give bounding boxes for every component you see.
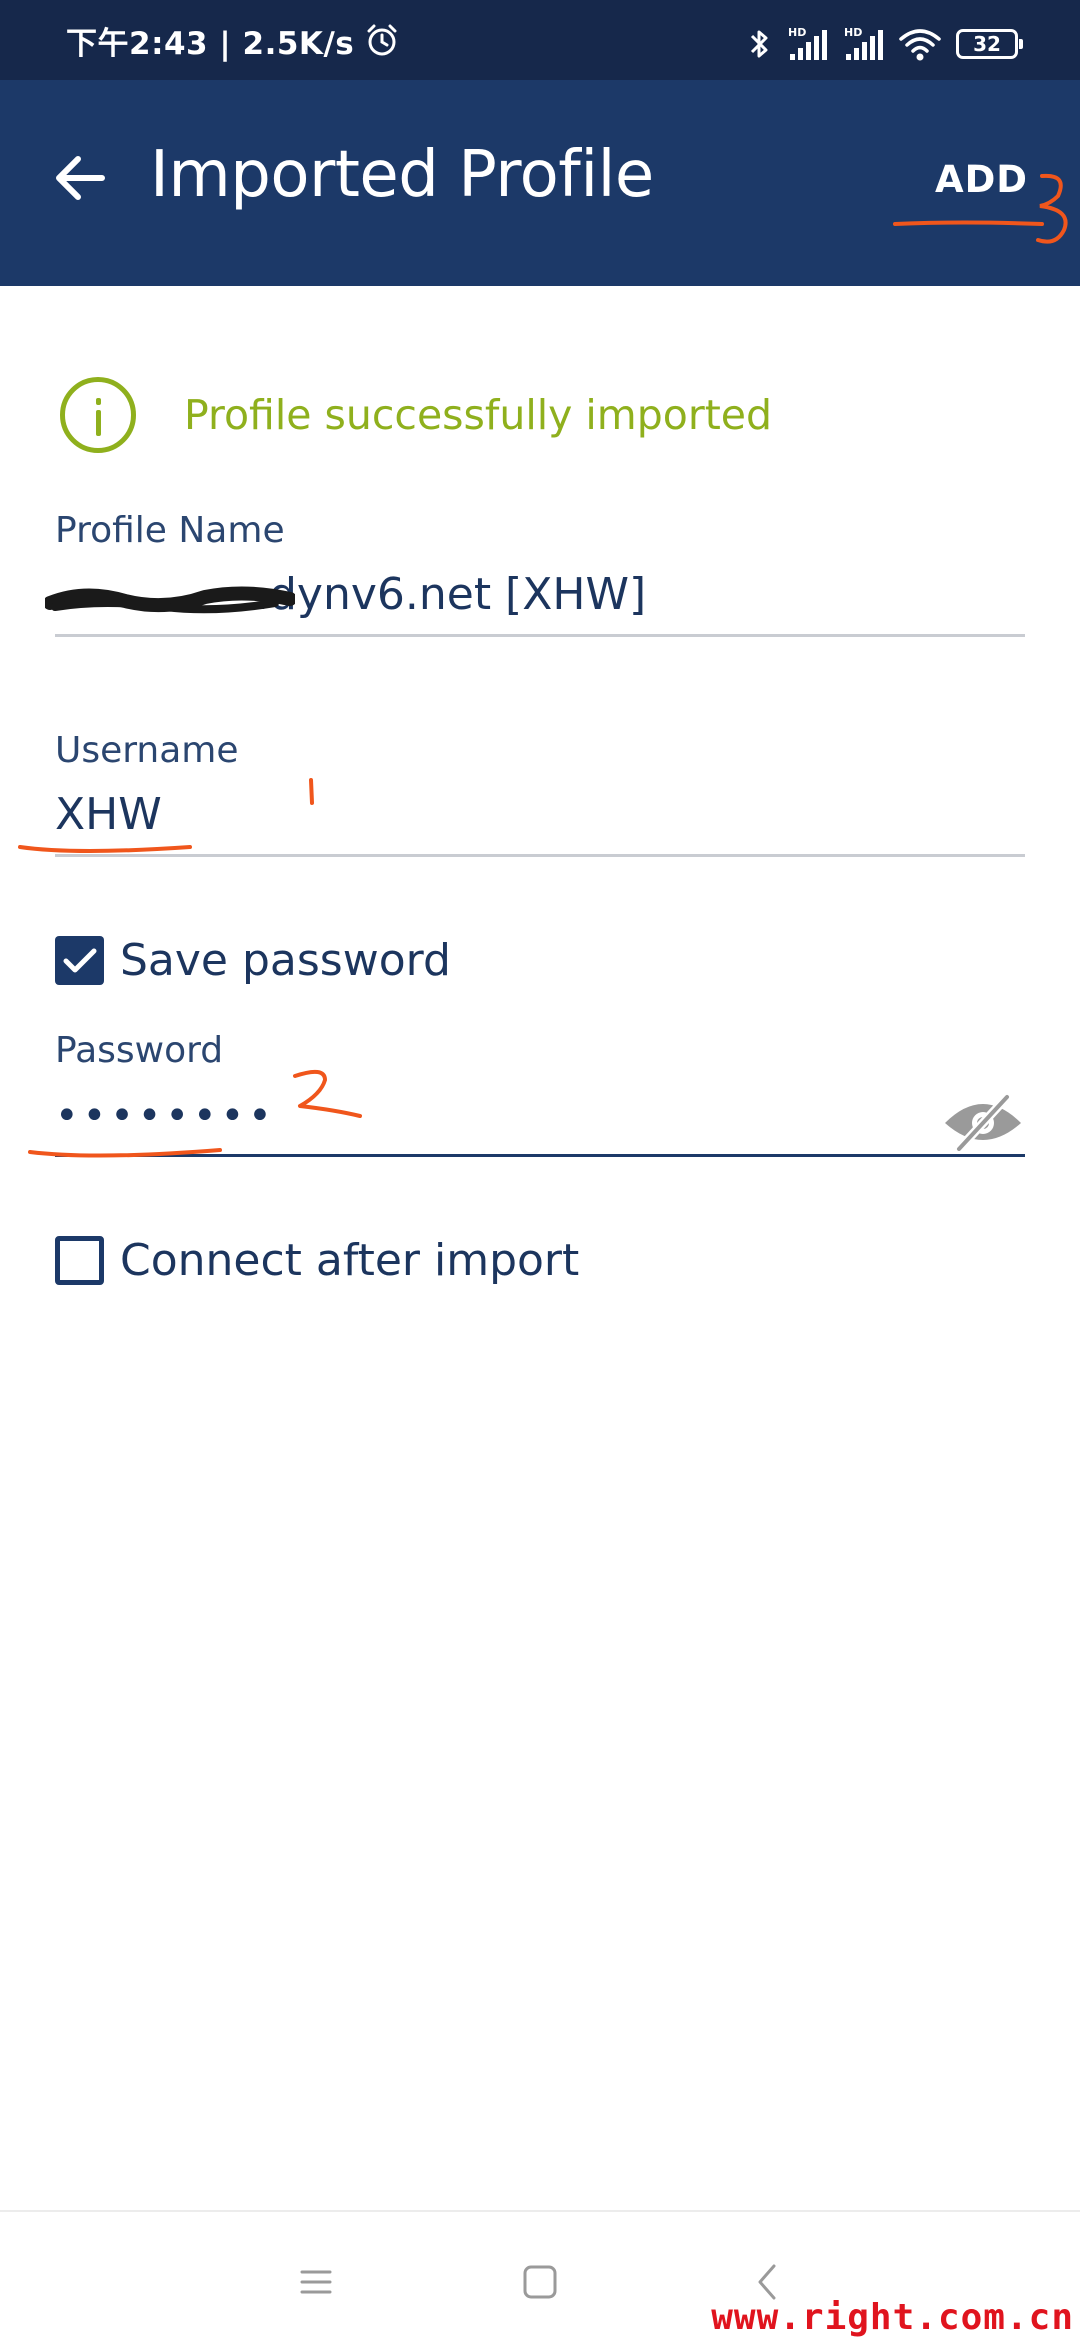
password-field: Password •••••••• [55,1030,1025,1157]
success-banner: Profile successfully imported [60,375,772,455]
save-password-checkbox[interactable] [55,936,104,985]
username-label: Username [55,730,239,771]
page-title: Imported Profile [150,138,654,212]
menu-icon[interactable] [296,2262,336,2302]
password-input[interactable]: •••••••• [55,1087,1025,1157]
connect-after-import-checkbox[interactable] [55,1236,104,1285]
connect-after-import-label: Connect after import [120,1235,580,1286]
add-button[interactable]: ADD [935,158,1028,201]
arrow-left-icon [56,156,105,200]
success-message: Profile successfully imported [184,391,773,439]
profile-name-label: Profile Name [55,510,285,551]
system-nav-bar: www.right.com.cn [0,2210,1080,2342]
save-password-checkbox-row[interactable]: Save password [55,935,451,986]
watermark: www.right.com.cn [711,2297,1074,2338]
status-left: 下午2:43 | 2.5K/s [66,20,400,62]
username-input[interactable]: XHW [55,787,1025,857]
username-field: Username XHW [55,730,1025,857]
alarm-icon [367,24,397,56]
password-label: Password [55,1030,224,1071]
signal-hd-icon: HD [844,26,883,60]
username-value: XHW [55,789,162,840]
svg-text:HD: HD [844,26,862,39]
password-value: •••••••• [55,1093,276,1139]
app-bar: Imported Profile ADD [0,80,1080,286]
battery-indicator: 32 [956,29,1023,59]
bluetooth-icon [750,30,768,58]
info-circle-icon [60,377,136,453]
signal-hd-icon: HD [788,26,827,60]
profile-name-field: Profile Name .dynv6.net [XHW] [45,510,1025,637]
battery-level: 32 [973,32,1001,56]
wifi-icon [899,29,941,61]
status-right: HD HD 32 [734,24,1023,64]
save-password-label: Save password [120,935,451,986]
home-icon[interactable] [520,2262,560,2302]
connect-after-import-checkbox-row[interactable]: Connect after import [55,1235,579,1286]
svg-text:HD: HD [788,26,806,39]
profile-name-value: .dynv6.net [XHW] [255,569,647,620]
status-time-speed: 下午2:43 | 2.5K/s [66,25,355,62]
check-icon [63,948,96,972]
back-button[interactable] [48,146,112,210]
profile-name-input[interactable]: .dynv6.net [XHW] [45,567,1025,637]
status-bar: 下午2:43 | 2.5K/s HD HD 32 [0,0,1080,80]
back-icon[interactable] [748,2262,788,2302]
eye-off-icon[interactable] [941,1091,1025,1151]
